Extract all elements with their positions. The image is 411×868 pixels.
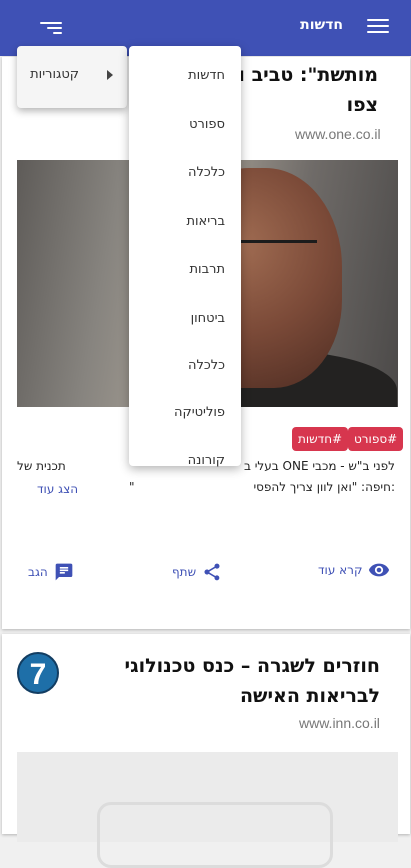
menu-item-security[interactable]: ביטחון — [191, 311, 225, 326]
comment-label: הגב — [28, 565, 48, 579]
channel7-logo: 7 — [17, 652, 59, 694]
comment-icon — [54, 562, 74, 582]
categories-label: קטגוריות — [30, 67, 79, 82]
read-more-label: קרא עוד — [318, 563, 363, 577]
menu-item-politics[interactable]: פוליטיקה — [174, 405, 225, 420]
comment-button[interactable]: הגב — [28, 562, 74, 582]
menu-item-economy-2[interactable]: כלכלה — [188, 358, 225, 373]
sort-icon[interactable] — [40, 19, 62, 37]
read-more-button[interactable]: קרא עוד — [318, 562, 390, 578]
menu-icon[interactable] — [367, 15, 389, 41]
share-label: שתף — [172, 565, 197, 579]
menu-item-corona[interactable]: קורונה — [188, 453, 225, 468]
image-placeholder — [17, 752, 398, 868]
snippet-end: " — [129, 480, 135, 494]
menu-item-economy[interactable]: כלכלה — [188, 165, 225, 180]
category-menu: חדשות ספורט כלכלה בריאות תרבות ביטחון כל… — [129, 46, 241, 468]
source-domain: www.inn.co.il — [299, 715, 380, 731]
tag-sport[interactable]: #ספורט — [348, 427, 404, 451]
menu-item-culture[interactable]: תרבות — [190, 262, 225, 277]
app-title: חדשות — [300, 17, 343, 33]
menu-item-sport[interactable]: ספורט — [189, 117, 225, 132]
snippet-end: תכנית של — [17, 459, 66, 473]
card-headline[interactable]: חוזרים לשגרה – כנס טכנולוגי לבריאות האיש… — [60, 651, 380, 711]
menu-item-news[interactable]: חדשות — [188, 68, 225, 83]
tag-news[interactable]: #חדשות — [292, 427, 349, 451]
show-more-link[interactable]: הצג עוד — [37, 482, 78, 496]
menu-item-health[interactable]: בריאות — [186, 214, 225, 229]
categories-submenu-trigger[interactable]: קטגוריות — [17, 46, 127, 108]
snippet-start: לפני ב"ש - מכבי ONE בעלי ב — [243, 459, 395, 473]
news-card[interactable]: 7 חוזרים לשגרה – כנס טכנולוגי לבריאות הא… — [2, 634, 410, 868]
submenu-arrow-icon — [107, 70, 113, 80]
source-domain: www.one.co.il — [295, 126, 381, 142]
share-button[interactable]: שתף — [172, 562, 222, 582]
snippet-start: :חיפה: "ואן לוון צריך להפסי — [253, 480, 395, 494]
share-icon — [202, 562, 222, 582]
eye-icon — [368, 562, 390, 578]
